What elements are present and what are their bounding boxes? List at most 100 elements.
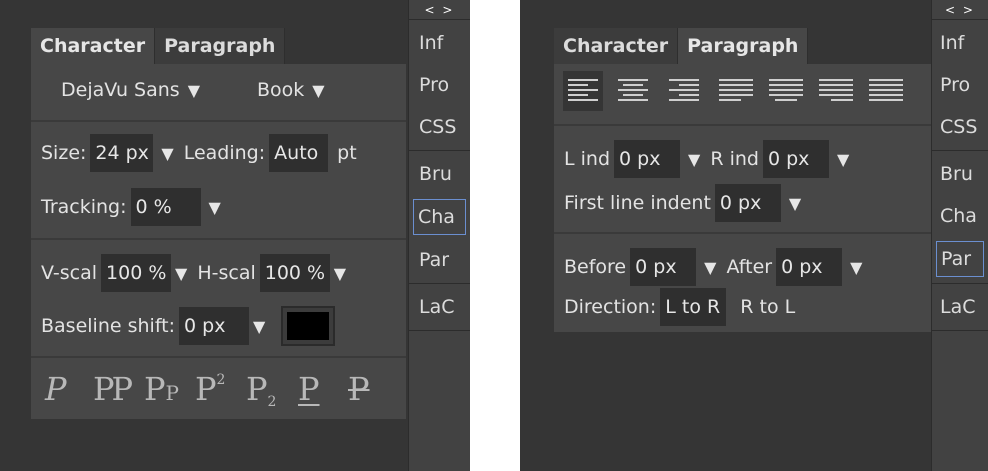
tab-character[interactable]: Character bbox=[31, 28, 156, 64]
collapse-arrows-icon[interactable]: < > bbox=[932, 0, 988, 20]
all-caps-button[interactable]: PP bbox=[144, 370, 179, 408]
tracking-input[interactable]: 0 % bbox=[130, 188, 201, 226]
leading-input[interactable]: Auto bbox=[269, 134, 329, 172]
sidebar-item-css[interactable]: CSS bbox=[932, 106, 988, 148]
text-color-fill bbox=[287, 312, 330, 340]
sidebar: < > Inf Pro CSS Bru Cha Par LaC bbox=[931, 0, 988, 471]
sidebar-item-par[interactable]: Par bbox=[409, 239, 470, 281]
sidebar-group-3: LaC bbox=[409, 284, 470, 331]
tracking-label: Tracking: bbox=[41, 196, 127, 218]
font-family-value: DejaVu Sans bbox=[61, 79, 180, 101]
superscript-base: P bbox=[195, 370, 217, 408]
font-family-select[interactable]: DejaVu Sans ▼ bbox=[61, 79, 210, 101]
spacing-section: Before 0 px ▼ After 0 px ▼ Direction: L … bbox=[554, 234, 931, 332]
vscale-input[interactable]: 100 % bbox=[101, 254, 172, 292]
sidebar-item-cha[interactable]: Cha bbox=[932, 195, 988, 237]
direction-ltr-button[interactable]: L to R bbox=[660, 288, 727, 326]
justify-all-icon bbox=[869, 79, 903, 101]
baseline-input[interactable]: 0 px bbox=[179, 307, 250, 345]
align-center-button[interactable] bbox=[613, 71, 653, 111]
left-indent-input[interactable]: 0 px bbox=[614, 140, 681, 178]
chevron-down-icon[interactable]: ▼ bbox=[175, 264, 187, 283]
sidebar-item-pro[interactable]: Pro bbox=[409, 64, 470, 106]
sidebar-item-bru[interactable]: Bru bbox=[409, 153, 470, 195]
direction-row: Direction: L to R R to L bbox=[564, 288, 795, 326]
character-panel-view: Character Paragraph DejaVu Sans ▼ Book ▼… bbox=[0, 0, 470, 471]
justify-center-icon bbox=[769, 79, 803, 101]
direction-rtl-button[interactable]: R to L bbox=[740, 296, 795, 318]
superscript-button[interactable]: P2 bbox=[195, 370, 225, 408]
text-style-buttons: P PP PP P2 P2 P P bbox=[31, 358, 406, 414]
tab-paragraph[interactable]: Paragraph bbox=[155, 28, 286, 64]
chevron-down-icon[interactable]: ▼ bbox=[209, 198, 221, 217]
size-section: Size: 24 px ▼ Leading: Auto pt Tracking:… bbox=[31, 122, 406, 240]
chevron-down-icon[interactable]: ▼ bbox=[253, 317, 265, 336]
italic-button[interactable]: P bbox=[45, 370, 67, 408]
right-indent-input[interactable]: 0 px bbox=[762, 140, 829, 178]
tabs-filler bbox=[808, 28, 931, 64]
sidebar-item-inf[interactable]: Inf bbox=[409, 22, 470, 64]
left-indent-label: L ind bbox=[564, 148, 611, 170]
align-left-icon bbox=[568, 79, 598, 101]
paragraph-panel-view: Character Paragraph L ind 0 px ▼ R ind 0… bbox=[520, 0, 988, 471]
chevron-down-icon[interactable]: ▼ bbox=[789, 194, 801, 213]
sidebar-group-2: Bru Cha Par bbox=[409, 151, 470, 284]
small-caps-button[interactable]: PP bbox=[93, 370, 133, 408]
space-before-input[interactable]: 0 px bbox=[630, 248, 697, 286]
justify-all-button[interactable] bbox=[864, 71, 904, 111]
sidebar-item-lac[interactable]: LaC bbox=[409, 286, 470, 328]
justify-button[interactable] bbox=[714, 71, 754, 111]
subscript-base: P bbox=[246, 370, 268, 408]
first-line-input[interactable]: 0 px bbox=[714, 184, 781, 222]
chevron-down-icon[interactable]: ▼ bbox=[161, 144, 173, 163]
character-panel: Character Paragraph DejaVu Sans ▼ Book ▼… bbox=[31, 28, 406, 419]
all-caps-big: P bbox=[144, 370, 166, 408]
align-right-button[interactable] bbox=[664, 71, 704, 111]
underline-button[interactable]: P bbox=[298, 370, 320, 408]
chevron-down-icon: ▼ bbox=[312, 80, 325, 100]
size-label: Size: bbox=[41, 142, 87, 164]
panel-tabs: Character Paragraph bbox=[31, 28, 406, 64]
size-input[interactable]: 24 px bbox=[90, 134, 154, 172]
collapse-arrows-icon[interactable]: < > bbox=[409, 0, 470, 20]
superscript-mark: 2 bbox=[216, 372, 226, 388]
chevron-down-icon[interactable]: ▼ bbox=[850, 258, 862, 277]
font-style-select[interactable]: Book ▼ bbox=[257, 79, 335, 101]
font-section: DejaVu Sans ▼ Book ▼ bbox=[31, 64, 406, 122]
chevron-down-icon[interactable]: ▼ bbox=[334, 264, 346, 283]
sidebar-item-cha[interactable]: Cha bbox=[413, 199, 466, 235]
font-style-value: Book bbox=[257, 79, 305, 101]
sidebar-item-par[interactable]: Par bbox=[936, 241, 984, 277]
justify-center-last-button[interactable] bbox=[764, 71, 804, 111]
all-caps-small: P bbox=[165, 381, 179, 405]
panel-tabs: Character Paragraph bbox=[554, 28, 931, 64]
first-line-row: First line indent 0 px ▼ bbox=[564, 184, 811, 222]
direction-label: Direction: bbox=[564, 296, 657, 318]
text-color-swatch[interactable] bbox=[281, 306, 336, 346]
indent-section: L ind 0 px ▼ R ind 0 px ▼ First line ind… bbox=[554, 126, 931, 234]
alignment-section bbox=[554, 64, 931, 126]
strikethrough-button[interactable]: P bbox=[348, 370, 370, 408]
sidebar-item-bru[interactable]: Bru bbox=[932, 153, 988, 195]
tab-character[interactable]: Character bbox=[554, 28, 679, 64]
align-left-button[interactable] bbox=[563, 71, 603, 111]
scale-row: V-scal 100 % ▼ H-scal 100 % ▼ bbox=[41, 254, 356, 292]
chevron-down-icon[interactable]: ▼ bbox=[704, 258, 716, 277]
justify-right-icon bbox=[819, 79, 853, 101]
space-before-label: Before bbox=[564, 256, 627, 278]
hscale-input[interactable]: 100 % bbox=[259, 254, 330, 292]
tab-paragraph[interactable]: Paragraph bbox=[678, 28, 809, 64]
chevron-down-icon[interactable]: ▼ bbox=[837, 150, 849, 169]
size-row: Size: 24 px ▼ Leading: Auto pt bbox=[41, 134, 357, 172]
sidebar-item-css[interactable]: CSS bbox=[409, 106, 470, 148]
sidebar-item-lac[interactable]: LaC bbox=[932, 286, 988, 328]
sidebar-group-1: Inf Pro CSS bbox=[932, 20, 988, 151]
sidebar-item-inf[interactable]: Inf bbox=[932, 22, 988, 64]
chevron-down-icon[interactable]: ▼ bbox=[688, 150, 700, 169]
hscale-label: H-scal bbox=[197, 262, 256, 284]
sidebar-item-pro[interactable]: Pro bbox=[932, 64, 988, 106]
justify-right-last-button[interactable] bbox=[814, 71, 854, 111]
space-after-input[interactable]: 0 px bbox=[776, 248, 843, 286]
subscript-mark: 2 bbox=[267, 394, 277, 410]
subscript-button[interactable]: P2 bbox=[246, 370, 276, 410]
